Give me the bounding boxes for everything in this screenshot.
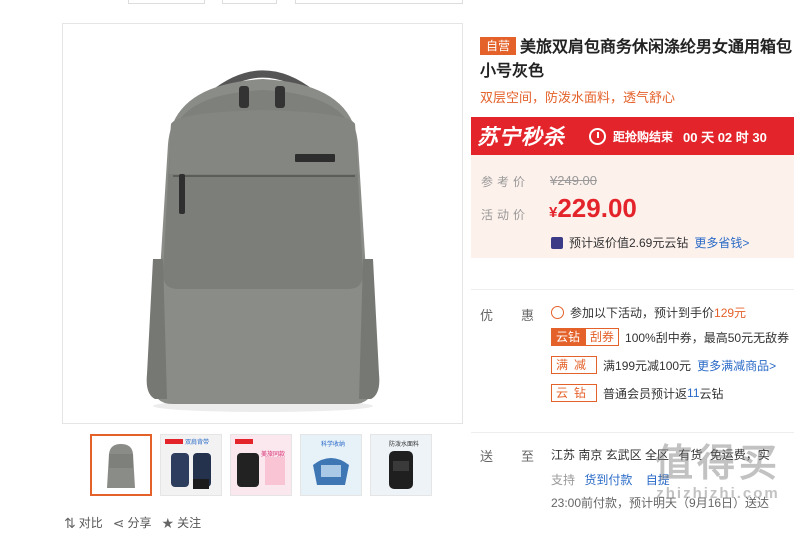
countdown-label: 距抢购结束 [613, 129, 674, 144]
divider-top [471, 289, 794, 290]
thumbnail-3-caption: 美旅同款 [261, 452, 286, 458]
promo-line1-price: 129元 [714, 306, 747, 320]
thumbnail-1-image [92, 436, 150, 494]
tag-yunzuan: 云钻 [551, 328, 586, 346]
promo-line4-suffix: 云钻 [699, 386, 724, 401]
share-button[interactable]: ⋖ 分享 [113, 514, 152, 531]
ref-price-value: ¥249.00 [550, 173, 597, 188]
tag-yunzuan-2: 云钻 [551, 384, 598, 402]
product-title-line2: 小号灰色 [480, 63, 545, 80]
product-title-line1: 美旅双肩包商务休闲涤纶男女通用箱包 [520, 39, 793, 56]
flash-sale-bar: 苏宁秒杀 距抢购结束 00 天 02 时 30 [471, 117, 794, 155]
product-title: 自营 美旅双肩包商务休闲涤纶男女通用箱包 [480, 36, 794, 60]
divider-bottom [471, 432, 794, 433]
thumbnail-strip: 双肩背带 美旅同款 科学收纳 防泼水面料 [90, 434, 432, 496]
tag-guaquan: 刮券 [585, 328, 620, 346]
promo-line2-text: 100%刮中券，最高50元无敌券 [625, 330, 790, 345]
clock-icon [589, 127, 606, 145]
thumbnail-5[interactable]: 防泼水面料 [370, 434, 432, 496]
rebate-row: 预计返价值2.69元云钻 更多省钱> [551, 234, 749, 251]
more-manjian-link[interactable]: 更多满减商品> [697, 357, 776, 374]
thumbnail-4[interactable]: 科学收纳 [300, 434, 362, 496]
promo-line1-text: 参加以下活动，预计到手价 [570, 306, 715, 320]
promo-line4-num: 11 [687, 386, 700, 400]
sale-price-value: 229.00 [557, 193, 637, 223]
self-operated-badge: 自营 [480, 37, 517, 55]
promo-line-4: 云钻 普通会员预计返 11 云钻 [551, 384, 724, 402]
action-bar: ⇅ 对比 ⋖ 分享 ★ 关注 [64, 514, 201, 531]
support-label: 支持 [551, 473, 576, 487]
promo-label: 优惠 [480, 308, 563, 323]
promo-line-1: 参加以下活动，预计到手价 129元 [551, 304, 746, 321]
countdown-value: 00 天 02 时 30 [683, 129, 767, 145]
ship-to-label: 送至 [480, 449, 563, 464]
watermark-big: 值得买 [654, 443, 781, 485]
compare-button[interactable]: ⇅ 对比 [64, 514, 103, 531]
thumbnail-3[interactable]: 美旅同款 [230, 434, 292, 496]
rebate-text: 预计返价值2.69元云钻 [569, 236, 689, 250]
star-icon: ★ [161, 514, 175, 531]
filter-box-3[interactable] [295, 0, 463, 4]
more-savings-link[interactable]: 更多省钱> [694, 234, 749, 251]
thumbnail-3-image [231, 435, 291, 495]
promo-line4-text: 普通会员预计返 [603, 386, 688, 401]
watermark: 值得买 zhizhizhi.com [642, 443, 794, 502]
promo-line-2: 云钻 刮券 100%刮中券，最高50元无敌券 [551, 328, 789, 346]
tag-manjian: 满减 [551, 356, 598, 374]
filter-box-2[interactable] [222, 0, 277, 4]
thumbnail-1[interactable] [90, 434, 152, 496]
backpack-image [63, 24, 462, 423]
ref-price-label: 参考价 [481, 175, 530, 189]
filter-box-1[interactable] [128, 0, 205, 4]
thumbnail-4-caption: 科学收纳 [321, 442, 346, 448]
cod-link[interactable]: 货到付款 [584, 473, 632, 487]
promo-hint-icon [551, 306, 564, 319]
share-label: 分享 [127, 516, 152, 530]
compare-label: 对比 [78, 516, 103, 530]
product-title-block: 自营 美旅双肩包商务休闲涤纶男女通用箱包 小号灰色 [480, 36, 794, 84]
thumbnail-5-caption: 防泼水面料 [389, 442, 420, 448]
main-product-image[interactable] [62, 23, 463, 424]
compare-icon: ⇅ [64, 514, 76, 531]
follow-label: 关注 [177, 516, 202, 530]
flash-sale-logo: 苏宁秒杀 [477, 126, 565, 149]
follow-button[interactable]: ★ 关注 [162, 514, 202, 531]
sale-price-label: 活动价 [481, 208, 530, 222]
diamond-icon [551, 236, 563, 249]
product-subtitle: 双层空间，防泼水面料，透气舒心 [480, 90, 676, 105]
sale-price: ¥229.00 [549, 193, 637, 224]
price-box: 参考价 ¥249.00 活动价 ¥229.00 预计返价值2.69元云钻 更多省… [471, 155, 794, 258]
thumbnail-2-caption: 双肩背带 [185, 440, 210, 446]
promo-line3-text: 满199元减100元 [603, 358, 692, 373]
watermark-small: zhizhizhi.com [656, 485, 780, 502]
share-icon: ⋖ [112, 514, 125, 531]
thumbnail-2[interactable]: 双肩背带 [160, 434, 222, 496]
promo-line-3: 满减 满199元减100元 更多满减商品> [551, 356, 776, 374]
